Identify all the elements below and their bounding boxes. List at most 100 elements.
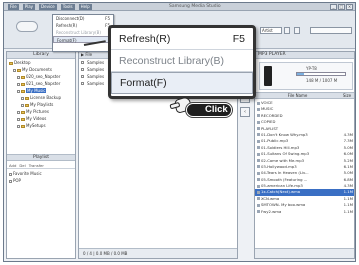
folder-icon <box>21 89 25 93</box>
file-icon <box>257 120 260 124</box>
tree-item[interactable]: My Music <box>7 87 75 94</box>
menu-device[interactable]: Device <box>39 4 57 10</box>
file-row-label: Samples <box>87 74 105 79</box>
menu-play[interactable]: Play <box>22 4 36 10</box>
menu-bar: File Play Device Tools Help <box>8 4 92 10</box>
menu-item-label: Reconstruct Library(B) <box>119 54 225 67</box>
menu-item-shortcut: F5 <box>232 32 245 45</box>
menu-item[interactable]: Refresh(R) F5 <box>111 28 253 50</box>
title-bar: File Play Device Tools Help Samsung Medi… <box>4 3 355 11</box>
mp3-player-icon <box>264 66 272 86</box>
device-file-row[interactable]: Fwy2.wma 1.1M <box>255 209 354 215</box>
playlist-title: Playlist <box>7 154 75 161</box>
playlist-delete-button[interactable]: Del <box>19 162 25 168</box>
column-file-name[interactable]: File Name <box>255 93 340 98</box>
device-file-name-text: 01-Soldiers Hill.mp3 <box>261 144 300 150</box>
library-tree: Desktop My Documents 020_seo_Napster 021_se… <box>7 59 75 129</box>
file-icon <box>257 101 260 105</box>
row-checkbox[interactable] <box>81 75 84 78</box>
expand-icon <box>9 179 12 183</box>
expand-icon[interactable] <box>21 96 24 100</box>
menu-item: Reconstruct Library(B) <box>111 50 253 72</box>
capacity-fill <box>297 73 305 75</box>
device-context-menu: Disconnect(D) F5 Refresh(R) F5 Reconstruct L… <box>52 14 114 52</box>
menu-help[interactable]: Help <box>78 4 92 10</box>
folder-icon <box>21 124 25 128</box>
menu-tools[interactable]: Tools <box>60 4 75 10</box>
folder-icon <box>21 110 25 114</box>
expand-icon[interactable] <box>17 82 20 86</box>
device-status-bar <box>255 248 354 258</box>
file-row-label: Samples <box>87 81 105 86</box>
tree-item[interactable]: My Playlists <box>7 101 75 108</box>
expand-icon[interactable] <box>17 110 20 114</box>
tree-item-label: My Music <box>26 88 47 93</box>
sort-dropdown-icon[interactable] <box>284 27 290 34</box>
playlist-transfer-button[interactable]: Transfer <box>29 162 44 168</box>
capacity-bar <box>296 72 346 76</box>
menu-item[interactable]: Format(F) <box>111 72 253 94</box>
row-checkbox[interactable] <box>81 68 84 71</box>
device-file-list: VOICE MUSIC RECORDED COPIED PLAYLIST 01-Don't… <box>255 100 354 215</box>
folder-icon <box>17 68 21 72</box>
playlist-item[interactable]: Favorite Music <box>7 170 75 177</box>
expand-icon[interactable] <box>17 117 20 121</box>
expand-icon[interactable] <box>13 68 16 72</box>
tree-item[interactable]: Desktop <box>7 59 75 66</box>
row-checkbox[interactable] <box>81 61 84 64</box>
device-file-name-text: 01-Sultans Of Swing.mp3 <box>261 151 310 157</box>
playlist-toolbar: Add Del Transfer <box>7 162 75 169</box>
device-file-name: Fwy2.wma <box>257 209 340 215</box>
playlist-add-button[interactable]: Add <box>9 162 16 168</box>
minimize-button[interactable]: _ <box>330 4 337 10</box>
library-title: Library <box>7 52 75 59</box>
tree-item[interactable]: 020_seo_Napster <box>7 73 75 80</box>
view-toggle-icon[interactable] <box>294 27 300 34</box>
search-input[interactable] <box>310 27 352 34</box>
expand-icon[interactable] <box>17 75 20 79</box>
tree-item-label: My Playlists <box>30 102 54 107</box>
tree-item[interactable]: 021_seo_Napster <box>7 80 75 87</box>
tree-item-label: 021_seo_Napster <box>26 81 61 86</box>
file-icon <box>257 146 260 150</box>
close-button[interactable]: × <box>346 4 353 10</box>
device-file-name-text: PLAYLIST <box>261 125 279 131</box>
expand-icon[interactable] <box>21 103 24 107</box>
playlist-list: Favorite Music POP <box>7 170 75 184</box>
menu-item-shortcut: F5 <box>105 16 110 21</box>
menu-item-label: Format(F) <box>57 38 77 43</box>
tree-item[interactable]: License Backup <box>7 94 75 101</box>
file-icon <box>257 165 260 169</box>
file-icon <box>257 139 260 143</box>
row-checkbox[interactable] <box>81 82 84 85</box>
tree-item[interactable]: My Pictures <box>7 108 75 115</box>
mode-toggle-button[interactable] <box>16 21 38 32</box>
playlist-item[interactable]: POP <box>7 177 75 184</box>
tree-item-label: My Pictures <box>26 109 49 114</box>
zoomed-menu: Refresh(R) F5 Reconstruct Library(B) Format… <box>108 25 256 99</box>
transfer-to-pc-icon[interactable]: ‹ <box>240 107 250 117</box>
file-row-label: Samples <box>87 67 105 72</box>
app-title: Samsung Media Studio <box>169 4 221 9</box>
column-size[interactable]: Size <box>340 93 354 98</box>
library-panel: Library Desktop My Documents 020_seo_Napst… <box>6 51 76 259</box>
device-file-name-text: XCN.wma <box>261 195 280 201</box>
device-panel: MP3 PLAYER YP-T8 148 M / 1007 M File Nam… <box>254 51 355 259</box>
sort-select[interactable]: Artist <box>260 27 282 34</box>
expand-icon[interactable] <box>17 89 20 93</box>
menu-item[interactable]: Disconnect(D) F5 <box>53 15 113 22</box>
folder-icon <box>21 82 25 86</box>
file-icon <box>257 184 260 188</box>
menu-file[interactable]: File <box>8 4 19 10</box>
tree-item[interactable]: MySetups <box>7 122 75 129</box>
device-file-name-text: RECORDED <box>261 112 283 118</box>
device-title: MP3 PLAYER <box>255 52 354 59</box>
menu-item[interactable]: Refresh(R) F5 <box>53 22 113 29</box>
tree-item[interactable]: My Videos <box>7 115 75 122</box>
expand-icon[interactable] <box>17 124 20 128</box>
file-icon <box>257 171 260 175</box>
maximize-button[interactable]: □ <box>338 4 345 10</box>
device-file-name-text: 05-american Life.mp3 <box>261 183 303 189</box>
tree-item[interactable]: My Documents <box>7 66 75 73</box>
folder-icon <box>25 96 29 100</box>
